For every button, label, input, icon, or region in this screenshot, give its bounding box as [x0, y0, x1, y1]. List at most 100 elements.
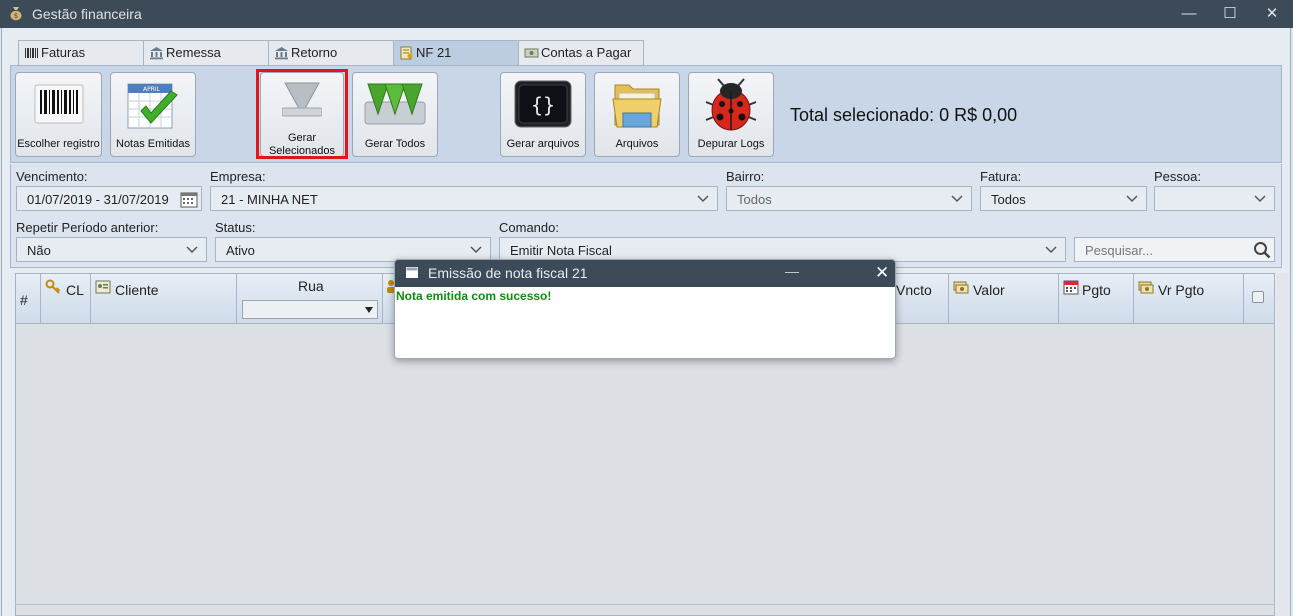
svg-text:$: $	[14, 12, 18, 20]
nf-emission-dialog: Emissão de nota fiscal 21 — ✕ Nota emiti…	[394, 259, 896, 359]
vencimento-label: Vencimento:	[16, 169, 88, 184]
dialog-minimize-button[interactable]: —	[785, 263, 799, 279]
files-button[interactable]: Arquivos	[594, 72, 680, 157]
column-label: Vncto	[896, 282, 932, 298]
bairro-value: Todos	[737, 192, 772, 207]
window-icon	[406, 267, 418, 278]
ladybug-icon	[705, 78, 757, 131]
button-label: Depurar Logs	[697, 138, 765, 150]
fatura-value: Todos	[991, 192, 1026, 207]
column-label: Cliente	[115, 282, 159, 298]
fatura-select[interactable]: Todos	[980, 186, 1147, 211]
divider	[15, 604, 1275, 605]
vertical-scrollbar[interactable]	[1276, 273, 1290, 616]
generate-files-button[interactable]: {} Gerar arquivos	[500, 72, 586, 157]
column-cl[interactable]: CL	[41, 274, 91, 324]
rua-filter-select[interactable]	[242, 300, 378, 319]
empresa-label: Empresa:	[210, 169, 266, 184]
button-label: Gerar Todos	[364, 138, 426, 150]
tab-label: NF 21	[416, 45, 452, 60]
pessoa-label: Pessoa:	[1154, 169, 1201, 184]
barcode-icon	[34, 84, 83, 124]
coins-icon	[953, 281, 969, 294]
dialog-close-button[interactable]: ✕	[875, 263, 889, 283]
dialog-title: Emissão de nota fiscal 21	[428, 265, 588, 281]
dialog-titlebar[interactable]: Emissão de nota fiscal 21 — ✕	[395, 260, 895, 287]
double-arrow-down-icon	[364, 83, 426, 125]
tab-contas-a-pagar[interactable]: Contas a Pagar	[518, 40, 644, 65]
search-input[interactable]: Pesquisar...	[1074, 237, 1275, 262]
column-label: CL	[66, 282, 84, 298]
key-icon	[45, 279, 61, 294]
calendar-icon[interactable]	[180, 190, 198, 208]
calendar-icon	[1063, 280, 1079, 295]
repetir-value: Não	[27, 243, 51, 258]
tab-faturas[interactable]: Faturas	[18, 40, 144, 65]
total-selected-label: Total selecionado: 0 R$ 0,00	[790, 105, 1018, 125]
button-label: Arquivos	[615, 138, 659, 150]
contact-card-icon	[95, 280, 111, 294]
window-title: Gestão financeira	[32, 6, 142, 22]
bairro-select[interactable]: Todos	[726, 186, 972, 211]
column-number[interactable]: #	[16, 274, 41, 324]
generate-all-button[interactable]: Gerar Todos	[352, 72, 438, 157]
code-braces-icon: {}	[514, 80, 572, 128]
select-all-checkbox[interactable]	[1252, 291, 1264, 303]
tab-label: Retorno	[291, 45, 338, 60]
svg-text:APRIL: APRIL	[143, 86, 161, 93]
choose-record-button[interactable]: Escolher registro	[15, 72, 102, 157]
window-titlebar: $ Gestão financeira — ☐ ✕	[0, 0, 1293, 28]
bank-icon	[150, 47, 163, 60]
success-message: Nota emitida com sucesso!	[396, 289, 552, 303]
pessoa-select[interactable]	[1154, 186, 1275, 211]
bank-icon	[275, 47, 288, 60]
money-icon	[524, 48, 539, 58]
chevron-down-icon	[186, 246, 198, 254]
vencimento-date-range[interactable]: 01/07/2019 - 31/07/2019	[16, 186, 202, 211]
minimize-button[interactable]: —	[1169, 2, 1209, 26]
tab-remessa[interactable]: Remessa	[143, 40, 269, 65]
column-label: #	[20, 292, 28, 308]
tab-label: Contas a Pagar	[541, 45, 632, 60]
column-select-all[interactable]	[1244, 274, 1274, 324]
caret-down-icon	[365, 307, 373, 313]
button-label: Notas Emitidas	[116, 138, 190, 150]
repetir-label: Repetir Período anterior:	[16, 220, 159, 235]
comando-value: Emitir Nota Fiscal	[510, 243, 612, 258]
empresa-select[interactable]: 21 - MINHA NET	[210, 186, 718, 211]
tab-nf-21[interactable]: NF 21	[393, 40, 519, 65]
debug-logs-button[interactable]: Depurar Logs	[688, 72, 774, 157]
repetir-select[interactable]: Não	[16, 237, 207, 262]
column-rua[interactable]: Rua	[237, 274, 383, 324]
button-label: Escolher registro	[17, 138, 100, 150]
chevron-down-icon	[1045, 246, 1057, 254]
fatura-label: Fatura:	[980, 169, 1022, 184]
invoice-icon	[400, 46, 413, 60]
column-valor[interactable]: Valor	[949, 274, 1059, 324]
chevron-down-icon	[951, 195, 963, 203]
issued-notes-button[interactable]: APRIL Notas Emitidas	[110, 72, 196, 157]
column-vr-pgto[interactable]: Vr Pgto	[1134, 274, 1244, 324]
status-value: Ativo	[226, 243, 255, 258]
comando-label: Comando:	[499, 220, 559, 235]
status-label: Status:	[215, 220, 256, 235]
column-label: Pgto	[1082, 282, 1111, 298]
tab-retorno[interactable]: Retorno	[268, 40, 394, 65]
chevron-down-icon	[470, 246, 482, 254]
highlight-box	[256, 69, 348, 159]
chevron-down-icon	[1126, 195, 1138, 203]
search-placeholder: Pesquisar...	[1085, 243, 1153, 258]
column-cliente[interactable]: Cliente	[91, 274, 237, 324]
barcode-icon	[25, 48, 38, 58]
tab-label: Remessa	[166, 45, 221, 60]
column-label: Rua	[298, 278, 324, 294]
maximize-button[interactable]: ☐	[1210, 2, 1250, 26]
empresa-value: 21 - MINHA NET	[221, 192, 318, 207]
bairro-label: Bairro:	[726, 169, 765, 184]
close-button[interactable]: ✕	[1252, 2, 1292, 26]
column-pgto[interactable]: Pgto	[1059, 274, 1134, 324]
calendar-check-icon: APRIL	[127, 83, 178, 129]
chevron-down-icon	[697, 195, 709, 203]
search-icon[interactable]	[1253, 241, 1271, 259]
tab-label: Faturas	[41, 45, 86, 60]
